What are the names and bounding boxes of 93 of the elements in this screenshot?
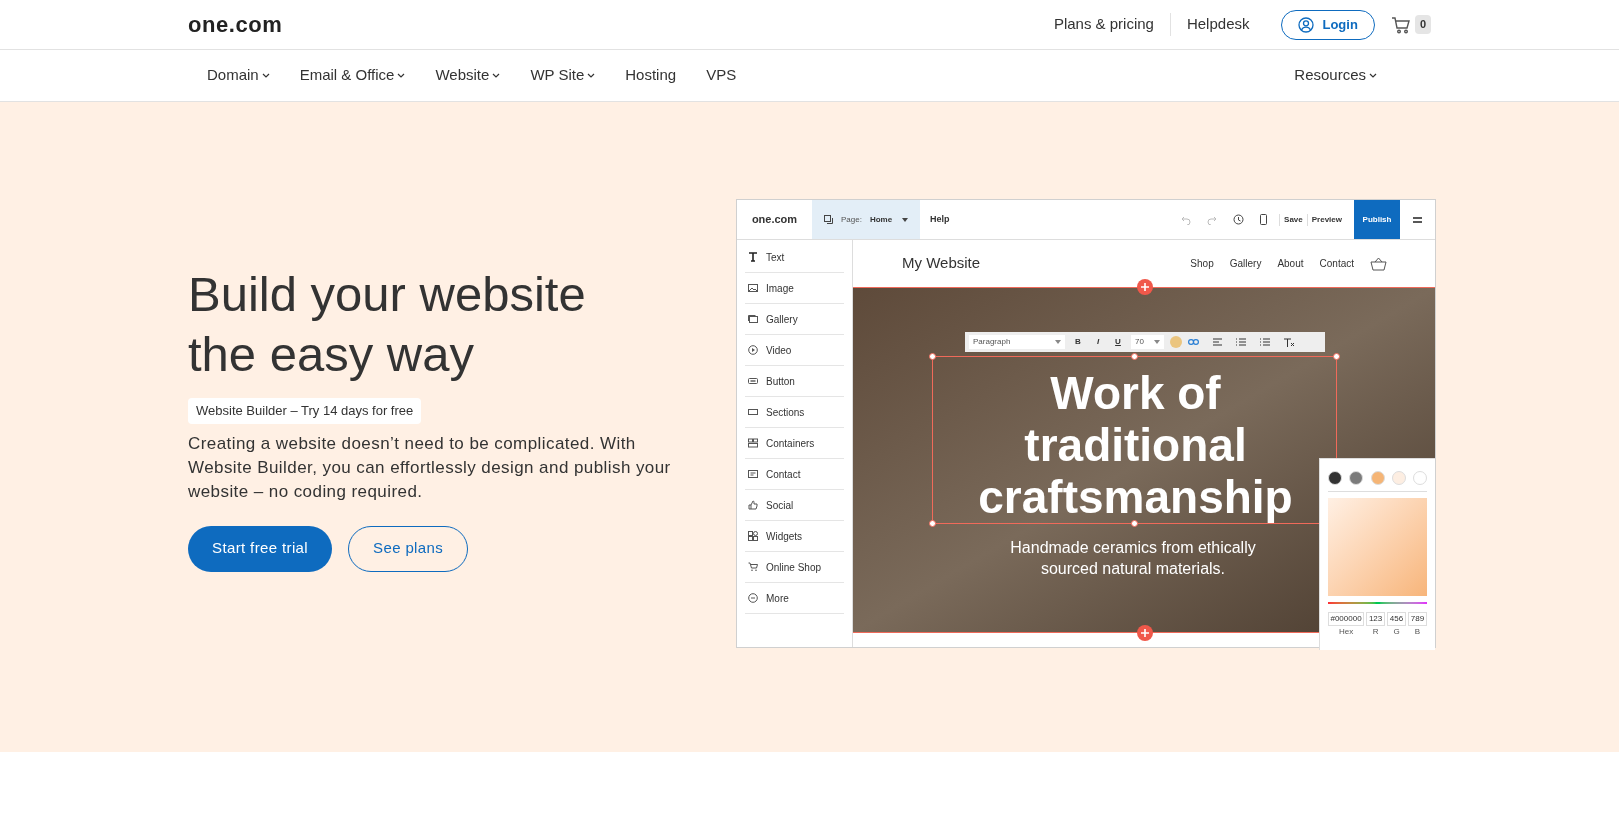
start-trial-button[interactable]: Start free trial <box>188 525 333 572</box>
field-label: R <box>1372 627 1379 637</box>
history-icon[interactable] <box>1233 214 1245 225</box>
color-swatch[interactable] <box>1328 471 1342 485</box>
color-swatch[interactable] <box>1370 471 1385 485</box>
align-left-icon[interactable] <box>1213 338 1222 346</box>
video-icon <box>748 345 758 355</box>
add-section-icon[interactable] <box>1137 279 1153 295</box>
more-icon <box>748 593 758 603</box>
basket-icon[interactable] <box>1370 256 1387 271</box>
page-label: Page: <box>841 213 862 226</box>
nav-item[interactable]: WP Site <box>530 64 596 87</box>
clear-format-icon[interactable] <box>1284 337 1294 347</box>
color-swatch[interactable] <box>1413 471 1427 485</box>
color-value-field[interactable]: 456 <box>1387 612 1407 626</box>
trial-badge: Website Builder – Try 14 days for free <box>188 398 422 424</box>
color-swatch[interactable] <box>1391 471 1406 485</box>
color-value-field[interactable]: 789 <box>1408 612 1427 626</box>
italic-button[interactable]: I <box>1091 336 1105 348</box>
element-item[interactable]: Social <box>745 490 844 521</box>
color-value-field[interactable]: 123 <box>1366 612 1386 626</box>
page-selector[interactable]: Page: Home <box>812 200 920 239</box>
element-item[interactable]: Text <box>745 242 844 273</box>
site-nav-link[interactable]: Shop <box>1190 256 1214 271</box>
nav-item[interactable]: VPS <box>706 64 737 87</box>
nav-item[interactable]: Resources <box>1294 64 1377 87</box>
gallery-icon <box>748 314 758 324</box>
page-value: Home <box>869 213 893 226</box>
header-link[interactable]: Helpdesk <box>1169 13 1266 36</box>
site-subheading: Handmade ceramics from ethically sourced natural materials. <box>1009 538 1257 579</box>
site-title: My Website <box>902 253 981 274</box>
site-nav-link[interactable]: About <box>1277 256 1304 271</box>
user-icon <box>1298 16 1315 33</box>
numbered-list-icon[interactable] <box>1236 338 1246 346</box>
caret-icon <box>902 217 908 222</box>
hero-title: Build your website the easy way <box>188 266 587 383</box>
toolbar-action[interactable]: Save <box>1279 213 1307 226</box>
shop-icon <box>748 562 758 572</box>
element-item[interactable]: Containers <box>745 428 844 459</box>
site-heading: Work of traditional craftsmanship <box>977 367 1294 523</box>
nav-item[interactable]: Hosting <box>625 64 677 87</box>
field-label: G <box>1393 627 1400 637</box>
mobile-icon[interactable] <box>1260 214 1268 225</box>
element-item[interactable]: Online Shop <box>745 552 844 583</box>
color-gradient[interactable] <box>1328 498 1427 596</box>
undo-icon[interactable] <box>1181 214 1192 225</box>
builder-logo: one.com <box>750 212 799 228</box>
text-icon <box>748 252 758 262</box>
image-icon <box>748 283 758 293</box>
element-item[interactable]: Sections <box>745 397 844 428</box>
caret-icon <box>1055 340 1061 344</box>
element-item[interactable]: Video <box>745 335 844 366</box>
cart-count: 0 <box>1414 15 1431 34</box>
style-dropdown[interactable]: Paragraph <box>969 335 1065 349</box>
nav-item[interactable]: Website <box>435 64 501 87</box>
publish-button[interactable]: Publish <box>1354 200 1400 239</box>
color-swatch[interactable] <box>1349 471 1364 485</box>
help-menu[interactable]: Help <box>930 212 950 227</box>
element-item[interactable]: Contact <box>745 459 844 490</box>
toolbar-action[interactable]: Preview <box>1306 213 1346 226</box>
site-nav-link[interactable]: Contact <box>1319 256 1354 271</box>
element-item[interactable]: Button <box>745 366 844 397</box>
social-icon <box>748 500 758 510</box>
header-link[interactable]: Plans & pricing <box>1037 13 1170 36</box>
menu-icon[interactable] <box>1413 216 1422 223</box>
nav-item[interactable]: Email & Office <box>299 64 406 87</box>
widgets-icon <box>748 531 758 541</box>
site-nav-link[interactable]: Gallery <box>1229 256 1262 271</box>
cart-icon[interactable] <box>1390 15 1411 34</box>
element-item[interactable]: Gallery <box>745 304 844 335</box>
field-label: B <box>1414 627 1421 637</box>
element-item[interactable]: Image <box>745 273 844 304</box>
contact-icon <box>748 469 758 479</box>
nav-item[interactable]: Domain <box>207 64 270 87</box>
sections-icon <box>748 407 758 417</box>
underline-button[interactable]: U <box>1111 336 1125 348</box>
color-value-field[interactable]: #000000 <box>1328 612 1365 626</box>
redo-icon[interactable] <box>1207 214 1218 225</box>
add-section-icon[interactable] <box>1137 625 1153 641</box>
element-item[interactable]: More <box>745 583 844 614</box>
caret-icon <box>1154 340 1160 344</box>
field-label: Hex <box>1338 627 1354 637</box>
pages-icon <box>824 215 833 224</box>
link-icon[interactable] <box>1188 339 1199 345</box>
size-dropdown[interactable]: 70 <box>1131 335 1164 349</box>
containers-icon <box>748 438 758 448</box>
button-icon <box>748 376 758 386</box>
hero-description: Creating a website doesn’t need to be complicated. With Website Builder, you can effortlessly design and publish your website – no coding required. <box>188 432 672 503</box>
bold-button[interactable]: B <box>1071 336 1085 348</box>
element-item[interactable]: Widgets <box>745 521 844 552</box>
logo[interactable]: one.com <box>188 8 283 41</box>
bullet-list-icon[interactable] <box>1260 338 1270 346</box>
color-swatch[interactable] <box>1170 336 1182 348</box>
